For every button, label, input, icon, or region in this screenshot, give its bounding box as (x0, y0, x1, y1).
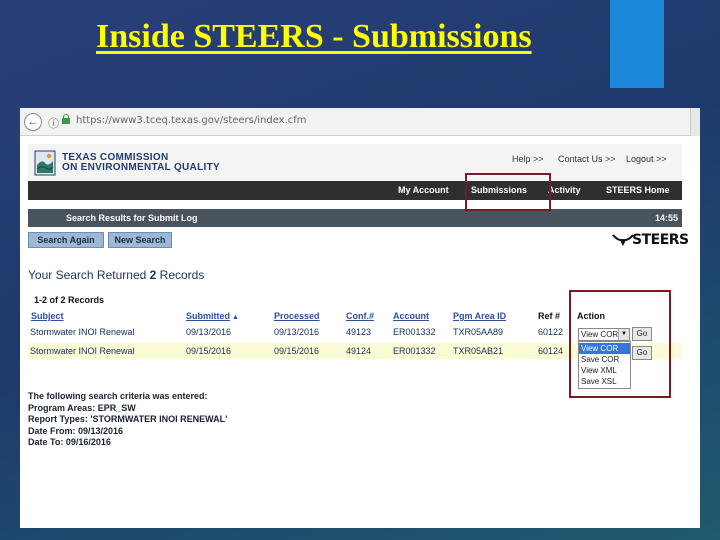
cell-subject: Stormwater INOI Renewal (30, 327, 135, 337)
cell-pgm-area-id: TXR05AA89 (453, 327, 504, 337)
nav-activity[interactable]: Activity (548, 185, 581, 195)
steers-logo: STEERS (632, 232, 689, 248)
criteria-report-types: Report Types: 'STORMWATER INOI RENEWAL' (28, 414, 228, 424)
criteria-heading: The following search criteria was entere… (28, 391, 208, 401)
slide-title: Inside STEERS - Submissions (96, 18, 532, 55)
cell-processed: 09/13/2016 (274, 327, 320, 337)
lock-icon (62, 114, 70, 124)
back-button[interactable]: ← (24, 113, 42, 131)
browser-toolbar-edge (690, 108, 700, 136)
col-header-pgm-area-id[interactable]: Pgm Area ID (453, 311, 506, 321)
col-header-account[interactable]: Account (393, 311, 429, 321)
cell-processed: 09/15/2016 (274, 346, 320, 356)
search-criteria: The following search criteria was entere… (28, 391, 227, 449)
search-again-button[interactable]: Search Again (28, 232, 104, 248)
cell-pgm-area-id: TXR05AB21 (453, 346, 504, 356)
col-header-submitted[interactable]: Submitted ▲ (186, 311, 239, 321)
criteria-program-areas: Program Areas: EPR_SW (28, 402, 136, 413)
highlight-action-column (569, 290, 671, 398)
search-summary: Your Search Returned 2 Records (28, 268, 205, 282)
criteria-date-from: Date From: 09/13/2016 (28, 425, 124, 436)
cell-account: ER001332 (393, 327, 436, 337)
sort-ascending-icon: ▲ (232, 314, 239, 321)
results-header-bar: Search Results for Submit Log 14:55 (28, 209, 682, 227)
contact-us-link[interactable]: Contact Us >> (558, 154, 616, 164)
col-header-processed[interactable]: Processed (274, 311, 320, 321)
cell-ref: 60124 (538, 346, 564, 356)
session-time: 14:55 (654, 213, 678, 223)
highlight-submissions-tab (465, 173, 551, 211)
nav-my-account[interactable]: My Account (398, 185, 449, 195)
browser-address-bar: ← ⓘ https://www3.tceq.texas.gov/steers/i… (20, 108, 700, 136)
results-title: Search Results for Submit Log (66, 213, 198, 223)
main-nav: My Account Submissions Activity STEERS H… (28, 181, 682, 200)
col-header-conf[interactable]: Conf.# (346, 311, 374, 321)
agency-name: TEXAS COMMISSION ON ENVIRONMENTAL QUALIT… (62, 152, 220, 173)
logout-link[interactable]: Logout >> (626, 154, 667, 164)
cell-submitted: 09/13/2016 (186, 327, 232, 337)
info-icon[interactable]: ⓘ (48, 115, 59, 131)
cell-conf: 49123 (346, 327, 372, 337)
help-link[interactable]: Help >> (512, 154, 544, 164)
cell-account: ER001332 (393, 346, 436, 356)
tceq-logo-icon (34, 150, 56, 176)
cell-subject: Stormwater INOI Renewal (30, 346, 135, 356)
col-header-ref: Ref # (538, 311, 561, 321)
cell-submitted: 09/15/2016 (186, 346, 232, 356)
new-search-button[interactable]: New Search (108, 232, 172, 248)
steers-horns-icon (612, 234, 634, 246)
col-header-subject[interactable]: Subject (31, 311, 64, 321)
nav-steers-home[interactable]: STEERS Home (606, 185, 670, 195)
site-header: TEXAS COMMISSION ON ENVIRONMENTAL QUALIT… (28, 144, 682, 181)
criteria-date-to: Date To: 09/16/2016 (28, 437, 111, 447)
url-field[interactable]: https://www3.tceq.texas.gov/steers/index… (76, 115, 307, 126)
cell-conf: 49124 (346, 346, 372, 356)
cell-ref: 60122 (538, 327, 564, 337)
corner-accent (610, 0, 664, 88)
record-range: 1-2 of 2 Records (34, 295, 105, 305)
